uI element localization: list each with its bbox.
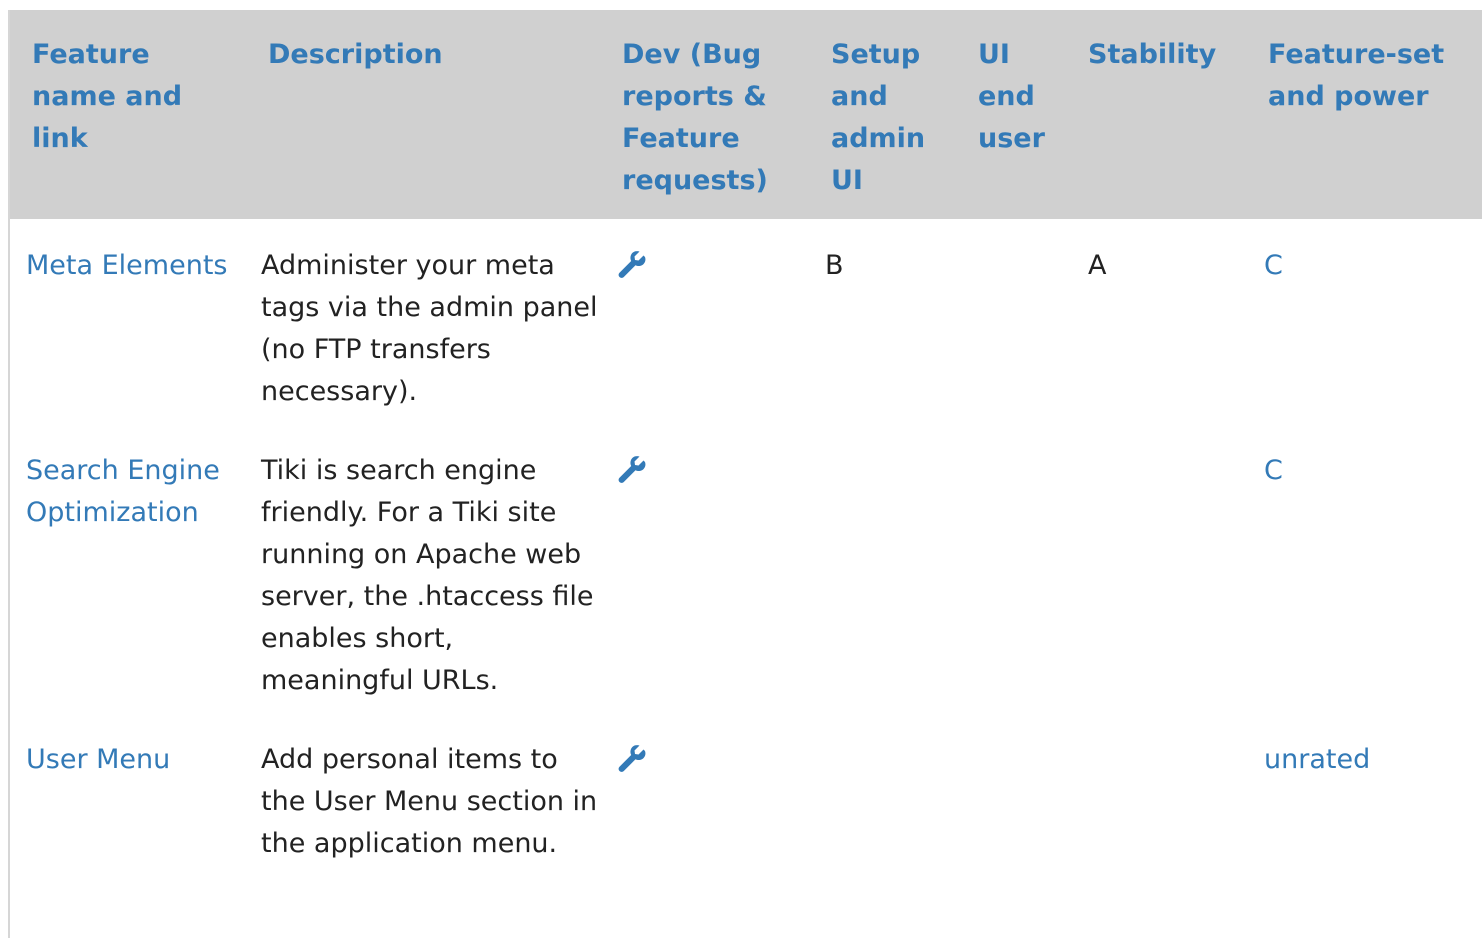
description-cell: Administer your meta tags via the admin …	[261, 250, 598, 407]
power-rating-cell: unrated	[1252, 713, 1482, 876]
feature-link[interactable]: Search Engine Optimization	[26, 455, 220, 528]
power-rating-cell: C	[1252, 219, 1482, 424]
description-cell: Add personal items to the User Menu sect…	[261, 744, 598, 859]
features-table: Feature name and link Description Dev (B…	[10, 10, 1482, 876]
feature-table-page: Feature name and link Description Dev (B…	[0, 0, 1482, 938]
dev-cell	[606, 713, 811, 876]
feature-link[interactable]: User Menu	[26, 744, 170, 775]
description-cell: Tiki is search engine friendly. For a Ti…	[261, 455, 594, 696]
dev-cell	[606, 424, 811, 713]
header-row: Feature name and link Description Dev (B…	[10, 10, 1482, 219]
power-rating-link[interactable]: C	[1264, 455, 1283, 486]
header-feature-name[interactable]: Feature name and link	[10, 10, 246, 219]
table-row: User Menu Add personal items to the User…	[10, 713, 1482, 876]
header-setup[interactable]: Setup and admin UI	[811, 10, 957, 219]
table-row: Search Engine Optimization Tiki is searc…	[10, 424, 1482, 713]
setup-rating-cell	[811, 713, 957, 876]
ui-rating-cell	[957, 424, 1074, 713]
feature-link[interactable]: Meta Elements	[26, 250, 227, 281]
header-power[interactable]: Feature-set and power	[1252, 10, 1482, 219]
feature-name-cell: Meta Elements	[10, 219, 246, 424]
power-rating-link[interactable]: C	[1264, 250, 1283, 281]
feature-name-cell: User Menu	[10, 713, 246, 876]
stability-rating-cell: A	[1088, 250, 1107, 281]
table-header: Feature name and link Description Dev (B…	[10, 10, 1482, 219]
header-stability[interactable]: Stability	[1074, 10, 1252, 219]
setup-rating-cell	[811, 424, 957, 713]
table-row: Meta Elements Administer your meta tags …	[10, 219, 1482, 424]
wrench-icon[interactable]	[616, 743, 648, 775]
top-band	[0, 0, 1482, 10]
wrench-icon[interactable]	[616, 454, 648, 486]
power-rating-cell: C	[1252, 424, 1482, 713]
header-ui[interactable]: UI end user	[957, 10, 1074, 219]
dev-cell	[606, 219, 811, 424]
wrench-icon[interactable]	[616, 249, 648, 281]
stability-rating-cell	[1074, 424, 1252, 713]
stability-rating-cell	[1074, 713, 1252, 876]
setup-rating-cell: B	[825, 250, 844, 281]
ui-rating-cell	[957, 713, 1074, 876]
header-dev[interactable]: Dev (Bug reports & Feature requests)	[606, 10, 811, 219]
power-rating-link[interactable]: unrated	[1264, 744, 1370, 775]
feature-name-cell: Search Engine Optimization	[10, 424, 246, 713]
header-description[interactable]: Description	[246, 10, 606, 219]
ui-rating-cell	[957, 219, 1074, 424]
table-body: Meta Elements Administer your meta tags …	[10, 219, 1482, 876]
